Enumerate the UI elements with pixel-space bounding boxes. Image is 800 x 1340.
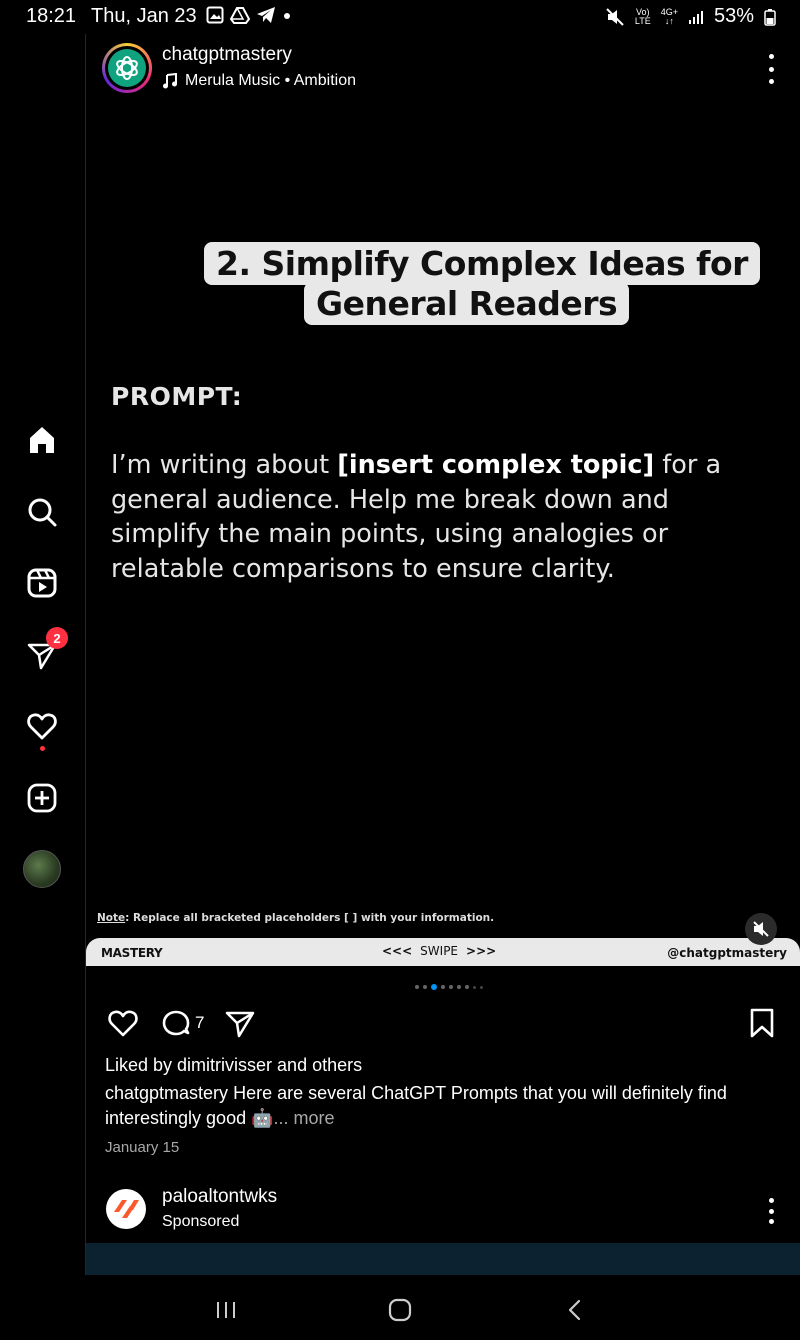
like-button[interactable] [106,1007,140,1039]
mute-button[interactable] [745,913,777,945]
battery-percent: 53% [713,5,754,27]
status-time: 18:21 [26,5,77,27]
avatar [23,850,61,888]
network-4g-indicator: 4G+ ↓↑ [660,6,678,26]
nav-rail: 2 [0,34,86,1275]
footer-handle: @chatgptmastery [667,946,787,960]
post-actions: 7 [86,1003,800,1047]
post-header: chatgptmastery Merula Music • Ambition [86,34,800,102]
home-square-icon [388,1298,412,1322]
home-nav-button[interactable] [380,1290,420,1330]
home-icon [30,427,54,453]
post-more-button[interactable] [762,54,780,84]
heart-icon [27,713,57,740]
sponsored-label: Sponsored [162,1213,240,1230]
search-button[interactable] [22,492,62,532]
direct-messages-button[interactable]: 2 [22,627,68,675]
post-avatar[interactable] [102,43,152,93]
back-button[interactable] [555,1290,595,1330]
dot-icon [284,13,290,19]
swipe-hint: <<< SWIPE >>> [382,944,497,958]
back-chevron-icon [568,1299,581,1321]
prompt-text: I’m writing about [insert complex topic]… [111,450,722,584]
paloalto-logo-icon [114,1200,139,1218]
likes-text[interactable]: Liked by dimitrivisser and others [105,1055,362,1076]
comment-icon [162,1010,190,1036]
comment-count: 7 [195,1013,205,1032]
status-bar: 18:21 Thu, Jan 23 Vo) LTE 4G+ ↓↑ 53% [0,0,800,34]
signal-icon [688,10,703,24]
footer-brand: MASTERY [101,946,163,960]
chevrons-right-icon: >>> [466,944,497,958]
search-icon [28,498,57,527]
post-music[interactable]: Merula Music • Ambition [162,72,356,90]
music-note-icon [163,73,177,89]
create-button[interactable] [22,778,62,818]
drive-icon [230,7,250,24]
speaker-muted-icon [753,921,769,937]
openai-logo-icon [116,56,138,80]
next-post-more-button[interactable] [762,1198,780,1224]
slide-title-line1: 2. Simplify Complex Ideas for [204,242,760,285]
next-post-avatar[interactable] [106,1189,146,1229]
next-post-media[interactable] [86,1243,800,1275]
post-date: January 15 [105,1139,180,1156]
post-media[interactable]: 2. Simplify Complex Ideas for General Re… [86,102,800,966]
caption-more-link[interactable]: ... more [274,1108,335,1128]
recent-apps-icon [217,1302,235,1318]
battery-icon [764,8,776,26]
caption-username[interactable]: chatgptmastery [105,1083,228,1103]
mute-status-icon [606,7,624,26]
gallery-icon [206,6,224,24]
share-button[interactable] [224,1007,256,1039]
chevrons-left-icon: <<< [382,944,413,958]
post-caption: chatgptmastery Here are several ChatGPT … [105,1083,727,1128]
carousel-indicator [415,984,483,990]
bookmark-icon [750,1008,774,1038]
volte-indicator: Vo) LTE [634,6,651,26]
reels-icon [27,568,57,598]
heart-outline-icon [108,1010,138,1037]
slide-note: Note: Replace all bracketed placeholders… [97,912,495,924]
home-button[interactable] [22,420,62,460]
slide-footer: MASTERY <<< SWIPE >>> @chatgptmastery [86,938,800,966]
recent-apps-button[interactable] [206,1290,246,1330]
system-nav-bar [0,1276,800,1340]
music-label: Merula Music • Ambition [185,72,356,89]
save-button[interactable] [748,1007,776,1039]
status-date: Thu, Jan 23 [91,5,197,27]
slide-title-line2: General Readers [304,282,630,325]
comment-button[interactable]: 7 [160,1007,204,1039]
plus-square-icon [27,783,57,813]
prompt-label: PROMPT: [111,382,243,411]
next-post-username[interactable]: paloaltontwks [162,1186,277,1208]
send-icon [225,1011,255,1038]
telegram-icon [257,7,275,23]
messages-badge: 2 [46,627,68,649]
post-username[interactable]: chatgptmastery [162,44,292,66]
notification-dot [40,746,45,751]
notifications-button[interactable] [22,706,62,751]
reels-button[interactable] [22,563,62,603]
profile-button[interactable] [22,849,62,889]
